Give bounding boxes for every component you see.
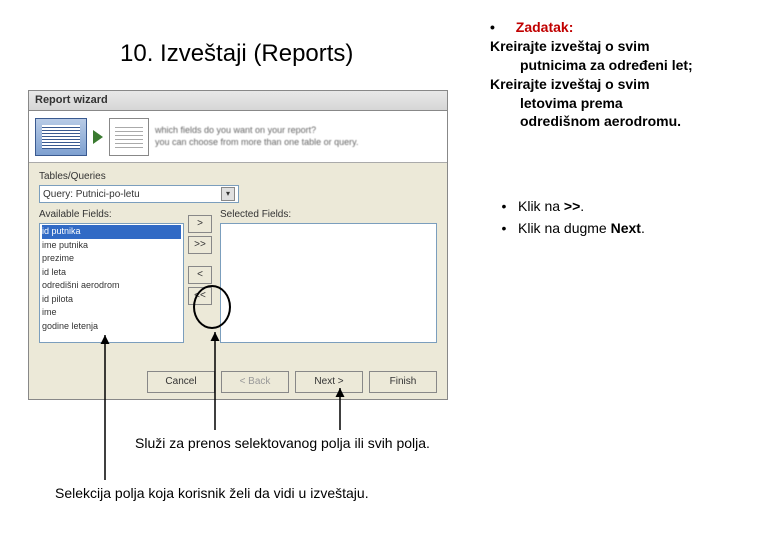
- task-line: letovima prema: [490, 94, 760, 113]
- caption-transfer: Služi za prenos selektovanog polja ili s…: [135, 435, 430, 451]
- task-line: Kreirajte izveštaj o svim: [490, 37, 760, 56]
- list-item[interactable]: godine letenja: [42, 320, 181, 334]
- available-fields-listbox[interactable]: id putnikaime putnikaprezimeid letaodred…: [39, 223, 184, 343]
- report-icon: [35, 118, 87, 156]
- selected-fields-label: Selected Fields:: [220, 209, 437, 220]
- text-bold: >>: [564, 198, 580, 214]
- report-wizard-dialog: Report wizard which fields do you want o…: [28, 90, 448, 400]
- slide-title: 10. Izveštaji (Reports): [120, 40, 353, 68]
- task-label: Zadatak:: [516, 19, 574, 35]
- text: .: [580, 198, 584, 214]
- text: .: [641, 220, 645, 236]
- text: Klik na: [518, 198, 564, 214]
- wizard-header: which fields do you want on your report?…: [29, 111, 447, 163]
- list-item[interactable]: odredišni aerodrom: [42, 279, 181, 293]
- wizard-body: Tables/Queries Query: Putnici-po-letu ▾ …: [29, 163, 447, 351]
- text: Klik na dugme: [518, 220, 611, 236]
- selected-fields-listbox[interactable]: [220, 223, 437, 343]
- wizard-footer: Cancel < Back Next > Finish: [147, 371, 437, 393]
- move-all-left-button[interactable]: <<: [188, 287, 212, 305]
- tables-queries-combo[interactable]: Query: Putnici-po-letu ▾: [39, 185, 239, 203]
- arrow-icon: [93, 130, 103, 144]
- finish-button[interactable]: Finish: [369, 371, 437, 393]
- list-item[interactable]: id pilota: [42, 293, 181, 307]
- caption-select: Selekcija polja koja korisnik želi da vi…: [55, 485, 369, 501]
- task-line: putnicima za određeni let;: [490, 56, 760, 75]
- list-item[interactable]: id leta: [42, 266, 181, 280]
- wizard-titlebar: Report wizard: [29, 91, 447, 111]
- next-button[interactable]: Next >: [295, 371, 363, 393]
- wizard-header-text: which fields do you want on your report?…: [155, 125, 441, 148]
- text: you can choose from more than one table …: [155, 137, 441, 149]
- list-item[interactable]: ime: [42, 306, 181, 320]
- task-block: • Zadatak: Kreirajte izveštaj o svim put…: [490, 18, 760, 131]
- available-fields-label: Available Fields:: [39, 209, 184, 220]
- task-line: Kreirajte izveštaj o svim: [490, 75, 760, 94]
- task-line: odredišnom aerodromu.: [490, 112, 760, 131]
- transfer-buttons: > >> < <<: [188, 209, 216, 343]
- list-item[interactable]: ime putnika: [42, 239, 181, 253]
- move-all-right-button[interactable]: >>: [188, 236, 212, 254]
- list-item[interactable]: prezime: [42, 252, 181, 266]
- back-button[interactable]: < Back: [221, 371, 289, 393]
- move-left-button[interactable]: <: [188, 266, 212, 284]
- text: which fields do you want on your report?: [155, 125, 441, 137]
- cancel-button[interactable]: Cancel: [147, 371, 215, 393]
- text-bold: Next: [611, 220, 641, 236]
- page-icon: [109, 118, 149, 156]
- chevron-down-icon[interactable]: ▾: [221, 187, 235, 201]
- list-item[interactable]: id putnika: [42, 225, 181, 239]
- tables-queries-label: Tables/Queries: [39, 171, 437, 182]
- move-right-button[interactable]: >: [188, 215, 212, 233]
- click-instructions: •Klik na >>. •Klik na dugme Next.: [490, 195, 645, 240]
- combo-value: Query: Putnici-po-letu: [43, 189, 140, 200]
